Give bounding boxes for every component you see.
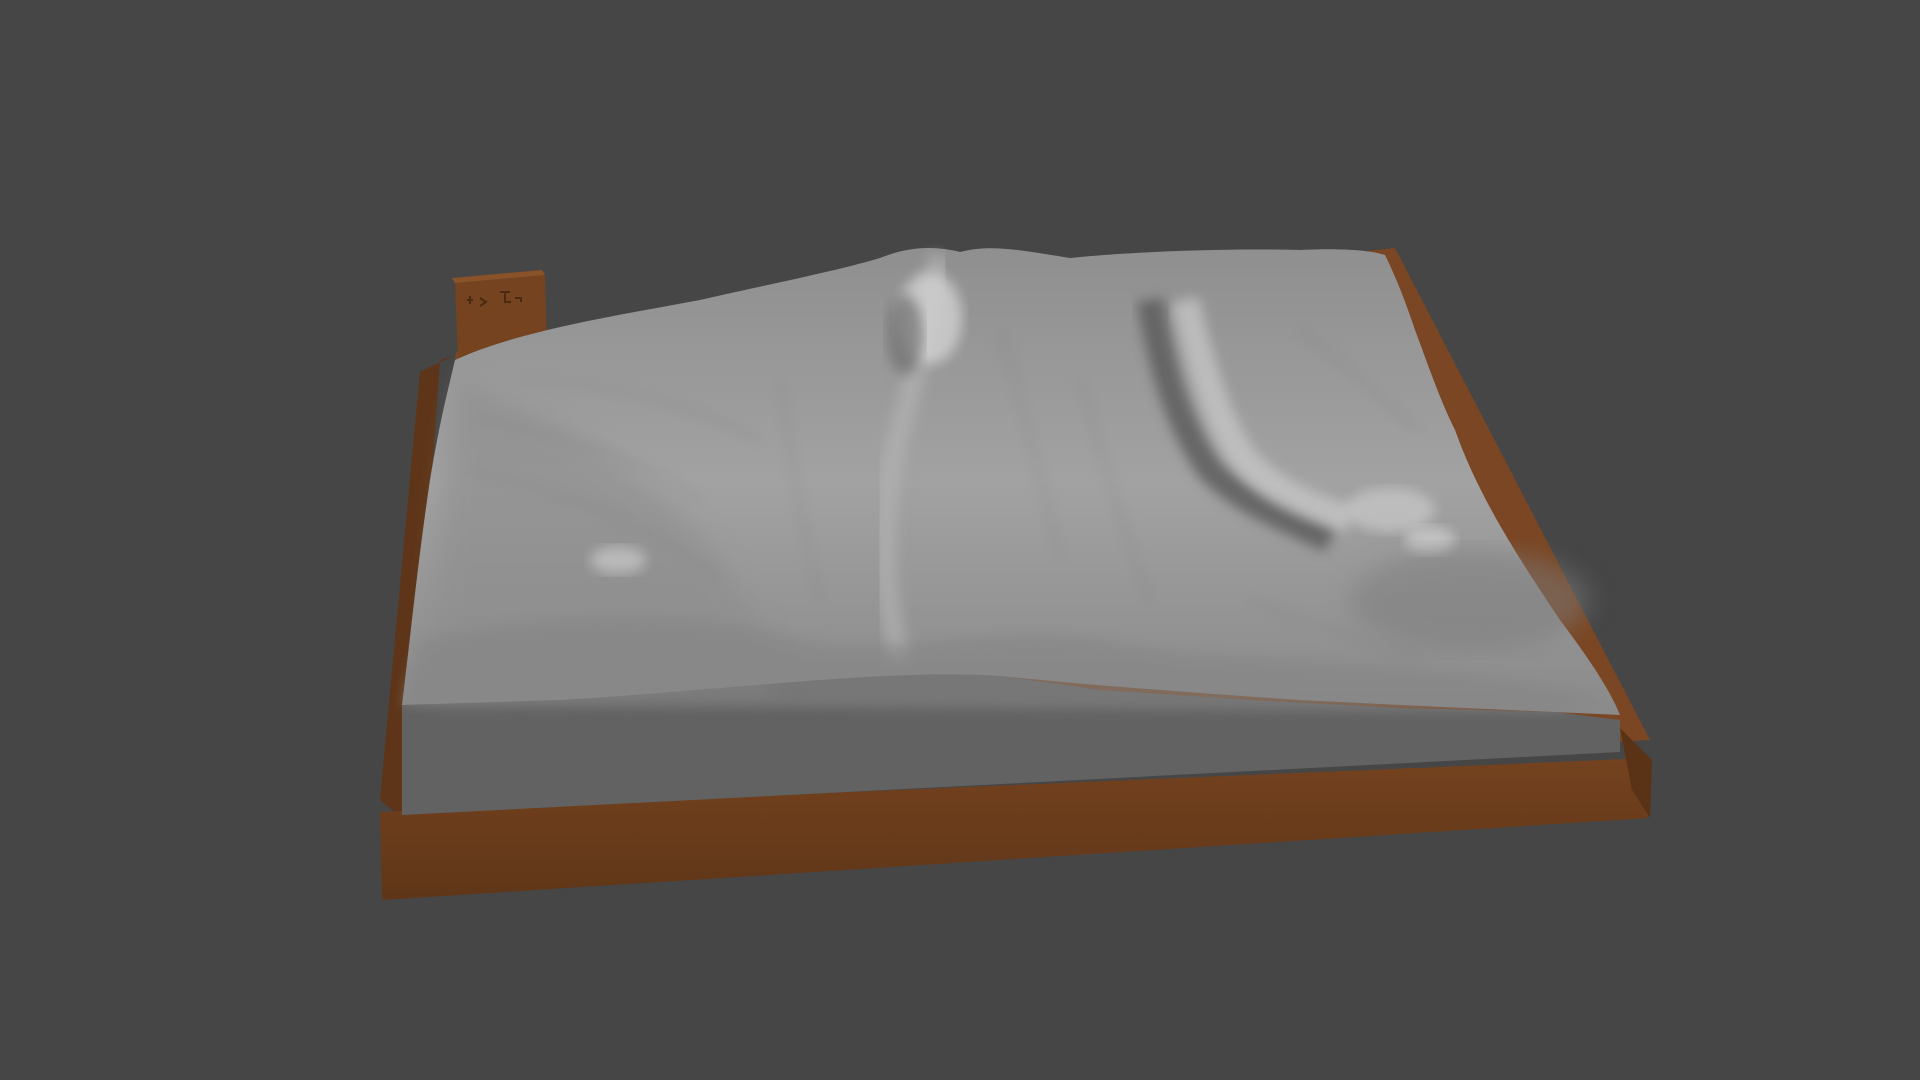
viewport-canvas[interactable] [0, 0, 1920, 1080]
right-highlight-2 [1405, 526, 1455, 554]
peak-shadow [887, 295, 923, 375]
terrain-surface[interactable] [402, 248, 1620, 715]
right-shade [1350, 550, 1590, 650]
left-highlight [590, 546, 646, 574]
3d-viewport[interactable] [0, 0, 1920, 1080]
right-highlight-1 [1345, 488, 1435, 532]
